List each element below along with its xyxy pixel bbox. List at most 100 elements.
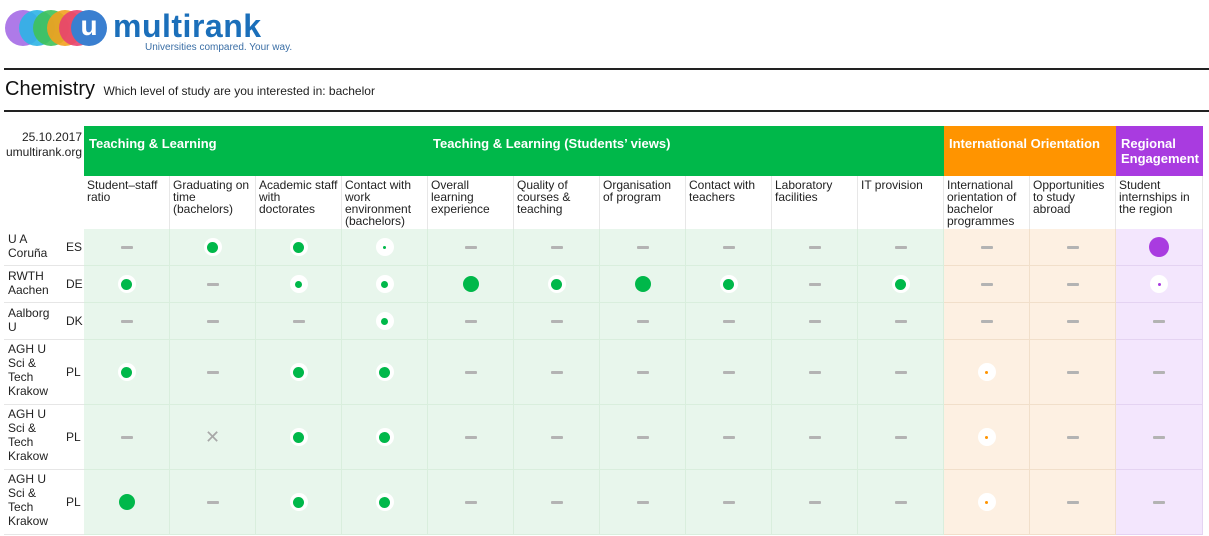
score-cell[interactable] [858, 470, 944, 535]
score-cell[interactable] [1030, 405, 1116, 470]
score-cell[interactable] [514, 470, 600, 535]
score-cell[interactable] [944, 266, 1030, 303]
university-name-link[interactable]: AGH U Sci & Tech Krakow [8, 407, 62, 463]
score-cell[interactable] [256, 229, 342, 266]
score-cell[interactable] [256, 266, 342, 303]
score-cell[interactable] [772, 470, 858, 535]
score-large-dot-icon[interactable] [1149, 237, 1169, 257]
score-medium-dot-icon[interactable] [289, 428, 308, 446]
score-medium-dot-icon[interactable] [203, 238, 222, 256]
score-cell[interactable] [600, 229, 686, 266]
score-cell[interactable] [514, 340, 600, 405]
score-cell[interactable] [600, 470, 686, 535]
score-cell[interactable] [170, 266, 256, 303]
score-cell[interactable] [1116, 303, 1203, 340]
score-cell[interactable] [686, 470, 772, 535]
indicator-header[interactable]: Organisation of program [600, 176, 686, 229]
score-medium-dot-icon[interactable] [891, 275, 910, 293]
score-cell[interactable] [342, 266, 428, 303]
score-cell[interactable] [944, 470, 1030, 535]
score-cell[interactable] [1116, 405, 1203, 470]
score-cell[interactable] [256, 470, 342, 535]
score-medium-dot-icon[interactable] [117, 363, 136, 381]
score-cell[interactable] [858, 303, 944, 340]
indicator-header[interactable]: Laboratory facilities [772, 176, 858, 229]
score-cell[interactable] [514, 266, 600, 303]
score-cell[interactable] [1116, 266, 1203, 303]
score-cell[interactable] [944, 340, 1030, 405]
score-large-dot-icon[interactable] [462, 276, 479, 292]
score-cell[interactable] [944, 229, 1030, 266]
score-cell[interactable] [514, 303, 600, 340]
score-cell[interactable] [342, 340, 428, 405]
score-tiny-dot-icon[interactable] [977, 428, 996, 446]
multirank-logo[interactable]: u multirank Universities compared. Your … [5, 8, 295, 56]
score-cell[interactable] [342, 470, 428, 535]
score-small-dot-icon[interactable] [375, 275, 394, 293]
indicator-header[interactable]: Contact with teachers [686, 176, 772, 229]
score-cell[interactable] [428, 405, 514, 470]
score-medium-dot-icon[interactable] [547, 275, 566, 293]
score-cell[interactable] [428, 470, 514, 535]
score-cell[interactable] [514, 229, 600, 266]
university-name-link[interactable]: AGH U Sci & Tech Krakow [8, 342, 62, 398]
score-cell[interactable] [944, 303, 1030, 340]
score-cell[interactable] [84, 229, 170, 266]
score-cell[interactable] [428, 266, 514, 303]
score-cell[interactable] [772, 405, 858, 470]
score-cell[interactable] [600, 405, 686, 470]
university-name-link[interactable]: U A Coruña [8, 232, 52, 260]
score-medium-dot-icon[interactable] [719, 275, 738, 293]
score-cell[interactable] [1116, 229, 1203, 266]
indicator-header[interactable]: Student internships in the region [1116, 176, 1203, 229]
score-cell[interactable] [858, 229, 944, 266]
score-cell[interactable] [772, 340, 858, 405]
score-cell[interactable] [342, 229, 428, 266]
score-cell[interactable] [772, 229, 858, 266]
score-cell[interactable] [686, 229, 772, 266]
score-cell[interactable] [170, 340, 256, 405]
score-cell[interactable] [858, 266, 944, 303]
score-cell[interactable] [600, 266, 686, 303]
indicator-header[interactable]: Contact with work environment (bachelors… [342, 176, 428, 229]
indicator-header[interactable]: Quality of courses & teaching [514, 176, 600, 229]
score-cell[interactable] [944, 405, 1030, 470]
score-medium-dot-icon[interactable] [289, 363, 308, 381]
score-medium-dot-icon[interactable] [289, 493, 308, 511]
score-small-dot-icon[interactable] [289, 275, 308, 293]
indicator-header[interactable]: Academic staff with doctorates [256, 176, 342, 229]
score-cell[interactable] [1030, 303, 1116, 340]
score-cell[interactable] [1030, 229, 1116, 266]
score-tiny-dot-icon[interactable] [1150, 275, 1168, 293]
score-cell[interactable] [84, 405, 170, 470]
score-cell[interactable] [772, 266, 858, 303]
score-cell[interactable] [686, 266, 772, 303]
score-cell[interactable] [772, 303, 858, 340]
score-medium-dot-icon[interactable] [289, 238, 308, 256]
university-name-link[interactable]: RWTH Aachen [8, 269, 52, 297]
indicator-header[interactable]: Overall learning experience [428, 176, 514, 229]
score-cell[interactable] [342, 303, 428, 340]
score-cell[interactable] [428, 303, 514, 340]
score-cell[interactable] [600, 303, 686, 340]
score-cell[interactable] [256, 405, 342, 470]
score-cell[interactable] [858, 405, 944, 470]
university-name-link[interactable]: Aalborg U [8, 306, 52, 334]
score-cell[interactable] [600, 340, 686, 405]
score-cell[interactable] [514, 405, 600, 470]
score-cell[interactable] [686, 405, 772, 470]
score-medium-dot-icon[interactable] [375, 428, 394, 446]
indicator-header[interactable]: Student–staff ratio [84, 176, 170, 229]
score-cell[interactable] [686, 340, 772, 405]
score-small-dot-icon[interactable] [375, 312, 394, 330]
indicator-header[interactable]: IT provision [858, 176, 944, 229]
score-cell[interactable] [170, 229, 256, 266]
score-cell[interactable]: ✕ [170, 405, 256, 470]
score-cell[interactable] [1030, 340, 1116, 405]
score-cell[interactable] [84, 340, 170, 405]
score-tiny-dot-icon[interactable] [977, 363, 996, 381]
score-cell[interactable] [256, 340, 342, 405]
score-cell[interactable] [170, 303, 256, 340]
score-medium-dot-icon[interactable] [375, 363, 394, 381]
score-cell[interactable] [170, 470, 256, 535]
